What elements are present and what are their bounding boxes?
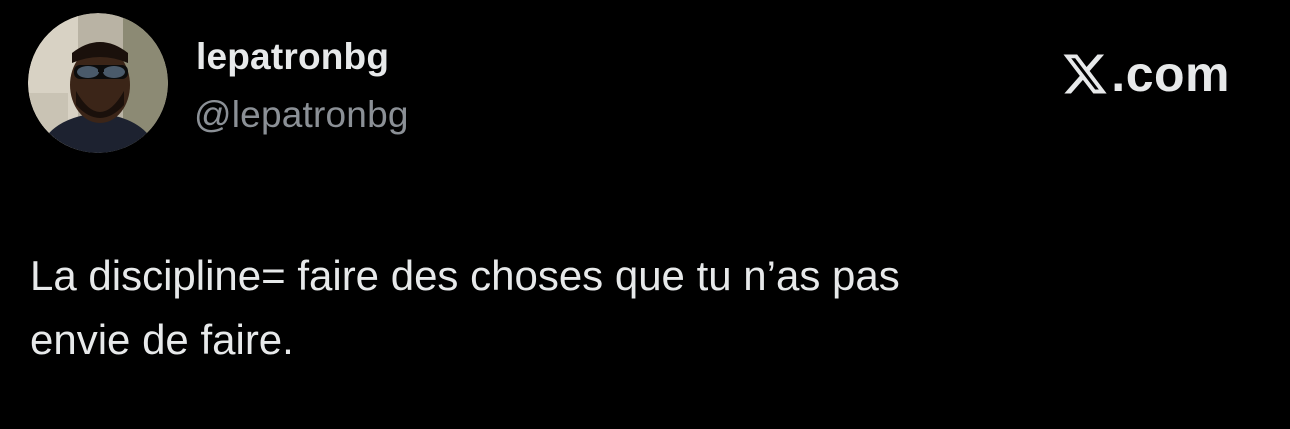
tweet-text-line: La discipline= faire des choses que tu n… xyxy=(30,252,900,299)
profile-photo-icon xyxy=(28,13,168,153)
brand-domain-suffix: .com xyxy=(1111,46,1230,102)
tweet-text: La discipline= faire des choses que tu n… xyxy=(30,244,1230,372)
avatar[interactable] xyxy=(28,13,168,153)
x-logo-icon xyxy=(1063,54,1107,94)
x-com-brand[interactable]: .com xyxy=(1061,46,1230,102)
tweet-text-line: envie de faire. xyxy=(30,316,294,363)
tweet-card: lepatronbg @lepatronbg .com La disciplin… xyxy=(0,0,1290,429)
author-display-name[interactable]: lepatronbg xyxy=(196,36,389,78)
author-handle[interactable]: @lepatronbg xyxy=(194,94,409,136)
